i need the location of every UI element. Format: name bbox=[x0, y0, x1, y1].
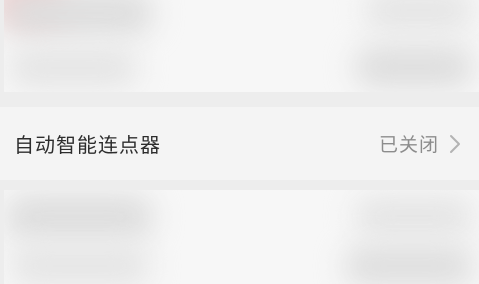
blurred-content-card-top bbox=[4, 0, 479, 92]
chevron-right-icon bbox=[449, 134, 461, 154]
blurred-shape bbox=[344, 246, 474, 284]
blurred-shape bbox=[8, 48, 138, 88]
blurred-shape bbox=[354, 46, 474, 88]
blurred-shape bbox=[10, 246, 150, 284]
setting-status-group: 已关闭 bbox=[379, 130, 461, 157]
blurred-shape bbox=[4, 0, 154, 36]
auto-clicker-setting-row[interactable]: 自动智能连点器 已关闭 bbox=[0, 107, 479, 180]
blurred-shape bbox=[4, 194, 154, 240]
blurred-shape bbox=[354, 196, 474, 236]
setting-status: 已关闭 bbox=[378, 134, 439, 156]
blurred-shape bbox=[364, 0, 474, 30]
blurred-content-card-bottom bbox=[4, 190, 479, 284]
setting-title: 自动智能连点器 bbox=[14, 133, 161, 157]
settings-page: 自动智能连点器 已关闭 bbox=[0, 0, 479, 284]
